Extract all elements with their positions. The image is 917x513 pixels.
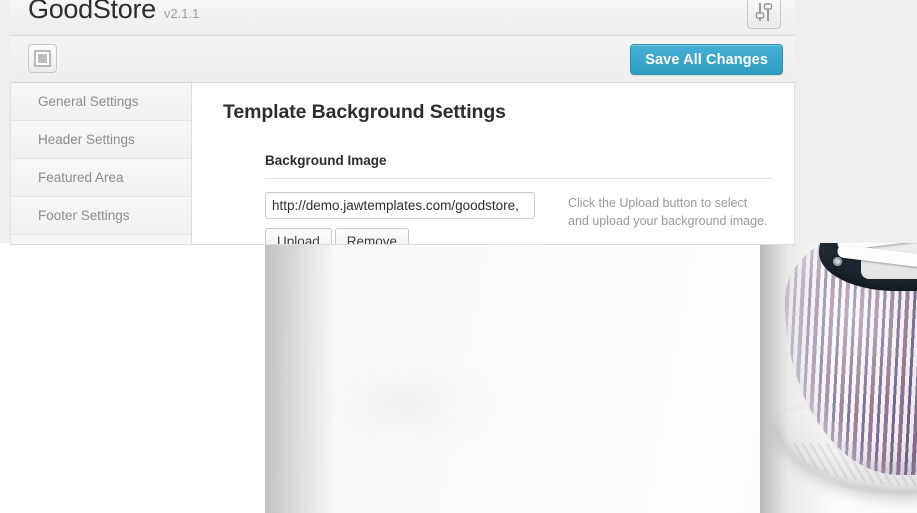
background-image-controls: Upload Remove (265, 192, 540, 245)
background-image-url-input[interactable] (265, 192, 535, 219)
page-title: Template Background Settings (223, 101, 506, 123)
background-image-label: Background Image (265, 153, 772, 179)
background-image-row: Upload Remove Click the Upload button to… (265, 179, 772, 245)
sidebar-item-header-settings[interactable]: Header Settings (11, 121, 191, 159)
admin-page: GoodStore v2.1.1 Save All Changes Genera… (0, 0, 917, 513)
background-image-help-text: Click the Upload button to select and up… (568, 196, 768, 228)
preview-right-vignette (760, 243, 917, 513)
sidebar-item-footer-settings[interactable]: Footer Settings (11, 197, 191, 235)
brand-bar: GoodStore v2.1.1 (10, 0, 795, 36)
settings-sidebar: General Settings Header Settings Feature… (11, 83, 192, 245)
save-all-changes-button[interactable]: Save All Changes (630, 44, 783, 75)
brand: GoodStore v2.1.1 (28, 0, 199, 25)
panel-bottom-edge (10, 244, 795, 245)
panel-toolbar: Save All Changes (10, 36, 795, 83)
brand-version: v2.1.1 (163, 6, 200, 21)
panel-square-icon[interactable] (28, 44, 57, 73)
background-image-field: Background Image Upload Remove Click the… (265, 153, 772, 245)
remove-button[interactable]: Remove (334, 228, 410, 245)
preview-left-pad (0, 243, 265, 513)
preview-left-vignette (265, 243, 335, 513)
background-image-buttons: Upload Remove (265, 228, 540, 245)
sidebar-item-featured-area[interactable]: Featured Area (11, 159, 191, 197)
sidebar-item-general-settings[interactable]: General Settings (11, 83, 191, 121)
upload-button[interactable]: Upload (265, 228, 332, 245)
background-image-preview (0, 243, 917, 513)
brand-name: GoodStore (28, 0, 156, 24)
sliders-icon[interactable] (747, 0, 781, 29)
panel-body: General Settings Header Settings Feature… (10, 83, 795, 245)
admin-panel-clip: GoodStore v2.1.1 Save All Changes Genera… (10, 0, 795, 245)
settings-content: Template Background Settings Background … (192, 83, 794, 245)
